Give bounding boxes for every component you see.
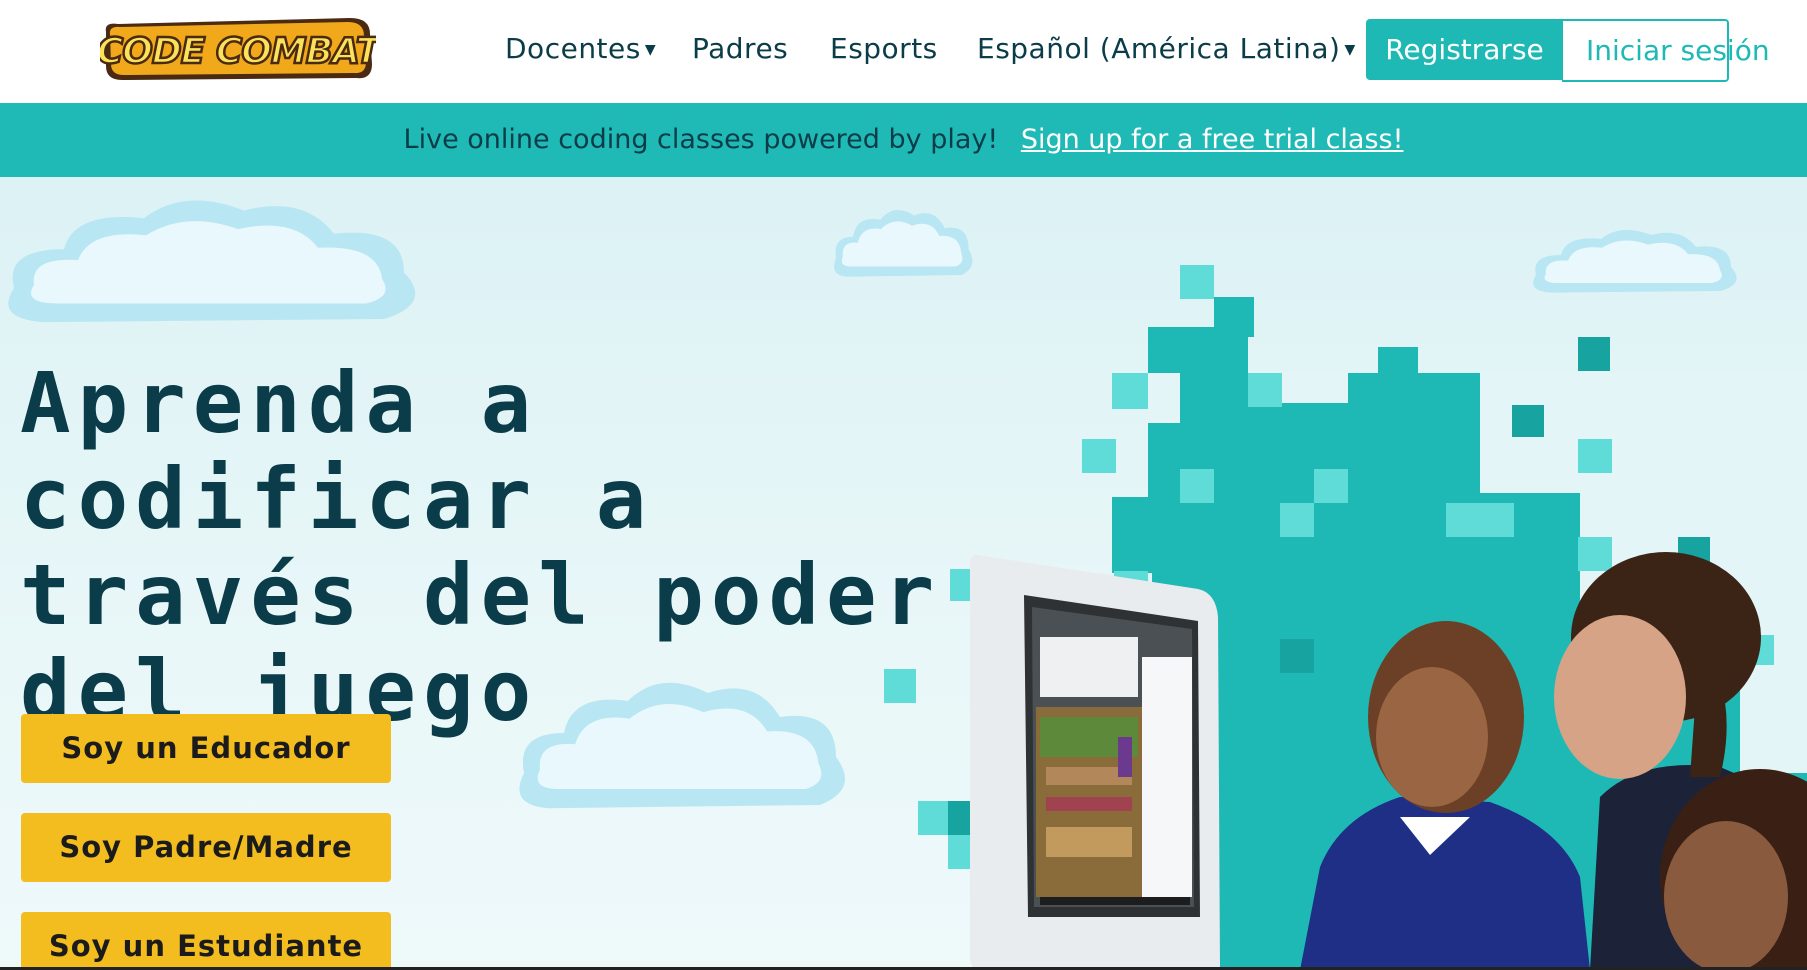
codecombat-logo[interactable]: CODE COMBAT xyxy=(100,14,376,84)
site-header: CODE COMBAT Docentes ▼ Padres Esports Esp… xyxy=(0,0,1807,103)
nav-language-label: Español (América Latina) xyxy=(977,32,1341,65)
dropdown-caret-icon: ▼ xyxy=(644,42,657,58)
cloud-illustration xyxy=(1533,229,1737,293)
cloud-illustration xyxy=(8,200,416,323)
svg-text:CODE COMBAT: CODE COMBAT xyxy=(100,31,376,72)
register-button[interactable]: Registrarse xyxy=(1366,19,1563,80)
parent-button[interactable]: Soy Padre/Madre xyxy=(21,813,391,882)
nav-esports-label: Esports xyxy=(830,32,938,65)
nav-docentes[interactable]: Docentes ▼ xyxy=(505,32,656,65)
nav-padres-label: Padres xyxy=(692,32,789,65)
hero-title: Aprenda a codificar a través del poder d… xyxy=(20,354,942,740)
nav-docentes-label: Docentes xyxy=(505,32,641,65)
nav-padres[interactable]: Padres xyxy=(692,32,788,65)
promo-banner: Live online coding classes powered by pl… xyxy=(0,103,1807,177)
login-button[interactable]: Iniciar sesión xyxy=(1562,19,1770,82)
nav-language-select[interactable]: Español (América Latina) ▼ xyxy=(977,32,1356,65)
hero-section: Aprenda a codificar a través del poder d… xyxy=(0,177,1807,970)
nav-esports[interactable]: Esports xyxy=(830,32,938,65)
cloud-illustration xyxy=(834,210,973,277)
dropdown-caret-icon: ▼ xyxy=(1344,42,1356,58)
educator-button[interactable]: Soy un Educador xyxy=(21,714,391,783)
monitor-illustration xyxy=(970,554,1220,970)
promo-banner-text: Live online coding classes powered by pl… xyxy=(403,124,999,155)
free-trial-link[interactable]: Sign up for a free trial class! xyxy=(1021,124,1404,155)
student-button[interactable]: Soy un Estudiante xyxy=(21,912,391,970)
